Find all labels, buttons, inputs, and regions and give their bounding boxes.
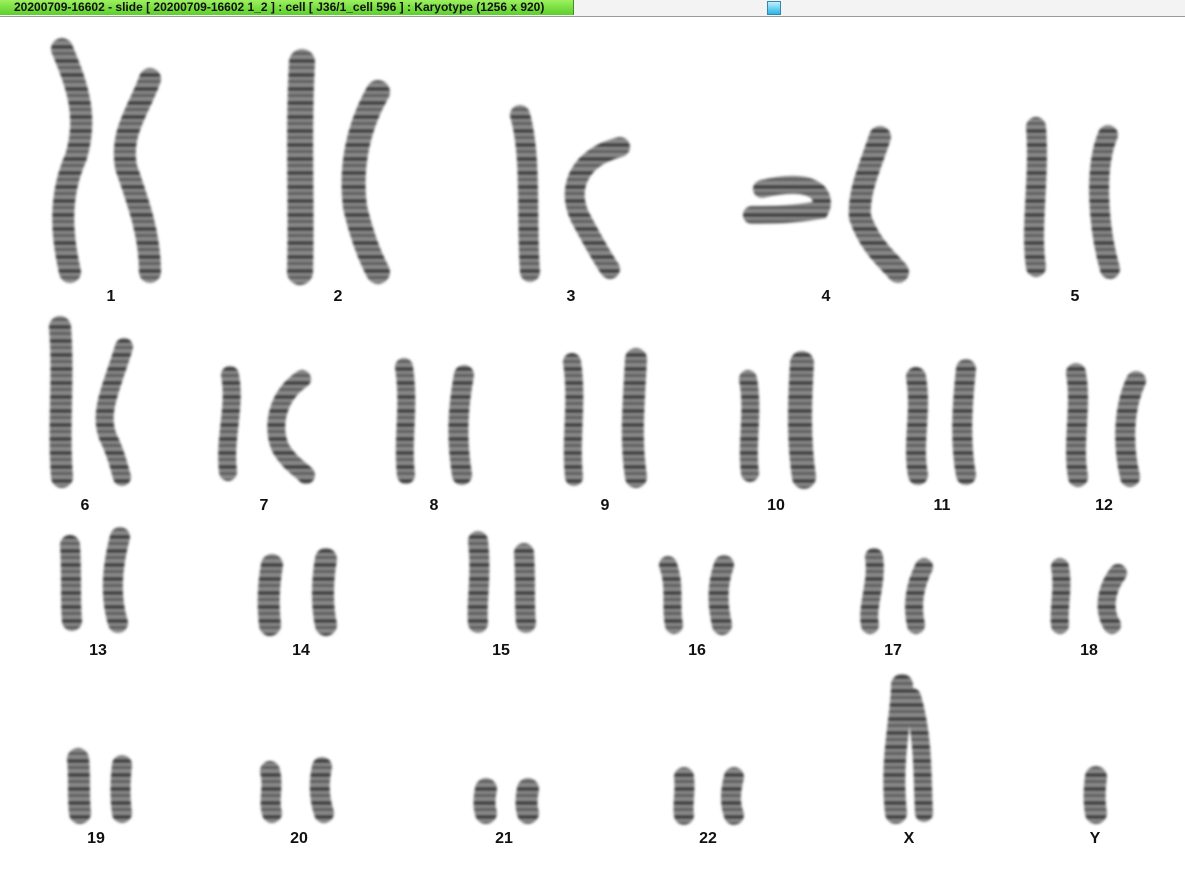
chromosome-y bbox=[1083, 766, 1107, 824]
chromosome-label-22: 22 bbox=[699, 830, 717, 847]
chromosome-10a bbox=[739, 370, 760, 482]
chromosome-4b bbox=[848, 126, 909, 283]
chromosome-6a bbox=[49, 316, 73, 488]
chromosome-12b bbox=[1115, 371, 1146, 487]
chromosome-label-20: 20 bbox=[290, 830, 308, 847]
chromosome-18a bbox=[1050, 558, 1071, 634]
chromosome-label-14: 14 bbox=[292, 642, 310, 659]
chromosome-1a bbox=[51, 38, 93, 283]
chromosome-label-1: 1 bbox=[106, 288, 116, 305]
chromosome-19a bbox=[67, 748, 91, 824]
chromosome-16b bbox=[708, 555, 734, 635]
window-title[interactable]: 20200709-16602 - slide [ 20200709-16602 … bbox=[0, 0, 574, 15]
chromosome-label-11: 11 bbox=[933, 497, 951, 514]
chromosome-15b bbox=[514, 543, 536, 633]
chromosome-6b bbox=[95, 338, 133, 486]
chromosome-label-9: 9 bbox=[600, 497, 610, 514]
chromosome-label-6: 6 bbox=[80, 497, 90, 514]
chromosome-4a bbox=[743, 175, 831, 224]
window-titlebar: 20200709-16602 - slide [ 20200709-16602 … bbox=[0, 0, 1185, 17]
chromosome-label-7: 7 bbox=[259, 497, 269, 514]
chromosome-label-4: 4 bbox=[821, 288, 831, 305]
chromosome-label-12: 12 bbox=[1095, 497, 1113, 514]
chromosome-label-18: 18 bbox=[1080, 642, 1098, 659]
chromosome-13a bbox=[60, 535, 82, 631]
chromosome-20b bbox=[309, 757, 334, 823]
chromosome-3b bbox=[564, 137, 630, 279]
chromosome-7a bbox=[218, 366, 241, 481]
chromosome-label-8: 8 bbox=[429, 497, 439, 514]
chromosome-label-13: 13 bbox=[89, 642, 107, 659]
chromosome-images bbox=[49, 38, 1146, 825]
chromosome-22a bbox=[673, 767, 695, 825]
chromosome-x bbox=[883, 674, 913, 824]
chromosome-21a bbox=[473, 778, 497, 824]
chromosome-12a bbox=[1066, 363, 1088, 487]
chromosome-7b bbox=[267, 370, 315, 484]
chromosome-11a bbox=[906, 367, 928, 485]
karyotype-panel: 1 2 3 4 5 6 7 8 9 10 11 12 13 14 15 16 1… bbox=[0, 17, 1185, 876]
chromosome-2a bbox=[287, 49, 315, 285]
chromosome-22b bbox=[721, 767, 744, 825]
chromosome-label-21: 21 bbox=[495, 830, 513, 847]
chromosome-label-16: 16 bbox=[688, 642, 706, 659]
chromosome-15a bbox=[467, 531, 490, 633]
chromosome-9b bbox=[621, 348, 647, 488]
chromosome-label-x: X bbox=[903, 830, 915, 847]
chromosome-17a bbox=[860, 548, 884, 634]
chromosome-1b bbox=[113, 68, 161, 283]
chromosome-16a bbox=[659, 556, 683, 634]
chromosome-8a bbox=[395, 358, 416, 484]
chromosome-label-10: 10 bbox=[767, 497, 785, 514]
chromosome-label-17: 17 bbox=[884, 642, 902, 659]
chromosome-5a bbox=[1024, 117, 1047, 277]
chromosome-label-19: 19 bbox=[87, 830, 105, 847]
chromosome-17b bbox=[905, 558, 933, 634]
chromosome-19b bbox=[110, 755, 132, 823]
chromosome-label-3: 3 bbox=[566, 288, 576, 305]
chromosome-9a bbox=[563, 353, 584, 486]
chromosome-13b bbox=[102, 527, 130, 633]
chromosome-18b bbox=[1097, 564, 1127, 634]
chromosome-11b bbox=[952, 359, 976, 485]
chromosome-14b bbox=[312, 548, 337, 636]
chromosome-5b bbox=[1089, 125, 1120, 279]
chromosome-label-15: 15 bbox=[492, 642, 510, 659]
chromosome-8b bbox=[448, 365, 474, 485]
chromosome-x-b bbox=[903, 688, 933, 822]
chromosome-10b bbox=[788, 351, 816, 489]
scroll-thumb[interactable] bbox=[767, 1, 781, 15]
chromosome-14a bbox=[257, 554, 283, 636]
chromosome-21b bbox=[515, 778, 539, 824]
chromosome-label-5: 5 bbox=[1070, 288, 1080, 305]
chromosome-label-2: 2 bbox=[333, 288, 343, 305]
chromosome-label-y: Y bbox=[1089, 830, 1101, 847]
chromosome-2b bbox=[341, 80, 390, 284]
chromosome-3a bbox=[510, 105, 540, 282]
chromosome-20a bbox=[260, 761, 282, 823]
